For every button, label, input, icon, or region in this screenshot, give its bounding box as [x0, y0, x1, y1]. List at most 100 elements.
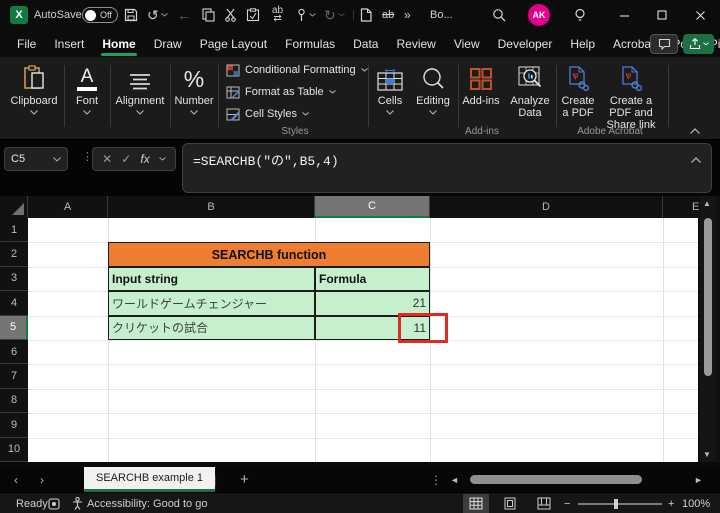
row-header-8[interactable]: 8	[0, 388, 28, 414]
tab-review[interactable]: Review	[387, 30, 444, 57]
touch-mode-button[interactable]	[296, 0, 316, 30]
comments-button[interactable]	[650, 34, 678, 54]
horizontal-scroll-thumb[interactable]	[470, 475, 642, 484]
row-header-6[interactable]: 6	[0, 340, 28, 365]
more-commands-button[interactable]: »	[404, 0, 411, 30]
horizontal-scrollbar[interactable]	[462, 475, 688, 484]
scrollbar-splitter[interactable]: ⋮	[430, 467, 442, 492]
collapse-ribbon-icon[interactable]	[690, 121, 700, 139]
excel-window: X AutoSave Off ↺ ← ab ⇄ ↻ | ab » Bo... AK…	[0, 0, 720, 513]
autosave-toggle[interactable]: Off	[82, 7, 118, 23]
maximize-button[interactable]	[652, 0, 672, 30]
paste-button[interactable]	[246, 0, 260, 30]
table-header-input[interactable]: Input string	[108, 266, 315, 292]
macro-record-icon[interactable]	[48, 493, 60, 513]
strikethrough-button[interactable]: ab	[382, 0, 394, 30]
next-sheet-icon[interactable]: ›	[40, 467, 44, 492]
copy-button[interactable]	[202, 0, 215, 30]
enter-icon[interactable]: ✓	[121, 152, 131, 166]
alignment-group-button[interactable]: Alignment	[112, 61, 168, 115]
number-group-button[interactable]: % Number	[172, 61, 216, 115]
zoom-out-button[interactable]: −	[564, 493, 570, 513]
scroll-down-icon[interactable]: ▼	[703, 450, 711, 459]
accessibility-status[interactable]: Accessibility: Good to go	[72, 493, 207, 513]
cell-styles-button[interactable]: Cell Styles	[226, 105, 309, 123]
tab-data[interactable]: Data	[344, 30, 387, 57]
create-pdf-button[interactable]: Create a PDF	[558, 61, 598, 119]
redo-button[interactable]: ↻	[324, 0, 345, 30]
prev-sheet-icon[interactable]: ‹	[14, 467, 18, 492]
cut-button[interactable]	[224, 0, 237, 30]
collapse-formula-bar-icon[interactable]	[691, 152, 701, 167]
tab-draw[interactable]: Draw	[145, 30, 191, 57]
formula-input[interactable]: =SEARCHB("の",B5,4)	[182, 143, 712, 193]
row-header-1[interactable]: 1	[0, 218, 28, 243]
format-as-table-button[interactable]: Format as Table	[226, 83, 336, 101]
row-header-9[interactable]: 9	[0, 413, 28, 438]
avatar[interactable]: AK	[528, 4, 550, 26]
vertical-scroll-thumb[interactable]	[704, 218, 712, 376]
tab-file[interactable]: File	[8, 30, 45, 57]
table-title-cell[interactable]: SEARCHB function	[108, 242, 430, 267]
share-button[interactable]	[683, 34, 714, 54]
row-header-3[interactable]: 3	[0, 266, 28, 292]
page-break-view-button[interactable]	[531, 494, 557, 513]
row-header-4[interactable]: 4	[0, 291, 28, 316]
minimize-button[interactable]	[614, 0, 634, 30]
name-box[interactable]: C5	[4, 147, 68, 171]
clipboard-group-button[interactable]: Clipboard	[6, 61, 62, 115]
tab-developer[interactable]: Developer	[489, 30, 562, 57]
cancel-icon[interactable]: ✕	[102, 152, 112, 166]
column-header-b[interactable]: B	[108, 196, 315, 218]
analyze-data-button[interactable]: Analyze Data	[506, 61, 554, 119]
scroll-right-icon[interactable]: ►	[694, 467, 703, 492]
tab-insert[interactable]: Insert	[45, 30, 93, 57]
search-icon[interactable]	[492, 0, 506, 30]
cell-c4[interactable]: 21	[315, 291, 430, 316]
scroll-left-icon[interactable]: ◄	[450, 467, 459, 492]
autosave-label: AutoSave	[34, 9, 82, 21]
new-sheet-button[interactable]: +	[240, 467, 249, 492]
create-pdf-share-button[interactable]: Create a PDF and Share link	[600, 61, 662, 131]
table-header-formula[interactable]: Formula	[315, 266, 430, 292]
scroll-up-icon[interactable]: ▲	[703, 199, 711, 208]
tab-view[interactable]: View	[445, 30, 489, 57]
cell-b4[interactable]: ワールドゲームチェンジャー	[108, 291, 315, 316]
insert-function-icon[interactable]: fx	[140, 152, 149, 166]
zoom-in-button[interactable]: +	[668, 493, 674, 513]
select-all-button[interactable]	[0, 196, 28, 218]
editing-group-button[interactable]: Editing	[410, 61, 456, 115]
sheet-tab-active[interactable]: SEARCHB example 1	[84, 467, 215, 492]
cell-b5[interactable]: クリケットの試合	[108, 315, 315, 340]
zoom-slider-thumb[interactable]	[614, 499, 618, 509]
zoom-level[interactable]: 100%	[682, 493, 710, 513]
save-button[interactable]	[124, 0, 138, 30]
back-arrow-icon[interactable]: ←	[177, 0, 191, 30]
row-header-2[interactable]: 2	[0, 242, 28, 267]
add-ins-button[interactable]: Add-ins	[460, 61, 502, 107]
column-header-a[interactable]: A	[28, 196, 108, 218]
cells-group-button[interactable]: Cells	[372, 61, 408, 115]
normal-view-button[interactable]	[463, 494, 489, 513]
row-header-10[interactable]: 10	[0, 437, 28, 462]
column-header-d[interactable]: D	[430, 196, 663, 218]
tab-formulas[interactable]: Formulas	[276, 30, 344, 57]
row-header-7[interactable]: 7	[0, 364, 28, 389]
column-header-c-selected[interactable]: C	[315, 196, 430, 218]
tab-help[interactable]: Help	[561, 30, 604, 57]
clipboard-label: Clipboard	[10, 95, 58, 107]
conditional-formatting-button[interactable]: Conditional Formatting	[226, 61, 368, 79]
tab-home[interactable]: Home	[93, 30, 144, 57]
undo-button[interactable]: ↺	[147, 0, 168, 30]
font-group-button[interactable]: A Font	[66, 61, 108, 115]
vertical-scrollbar[interactable]: ▲ ▼	[700, 196, 716, 462]
close-button[interactable]	[690, 0, 710, 30]
cells-icon	[372, 61, 408, 91]
new-file-button[interactable]	[360, 0, 372, 30]
page-layout-view-button[interactable]	[497, 494, 523, 513]
row-header-5-selected[interactable]: 5	[0, 315, 28, 340]
zoom-slider[interactable]	[578, 499, 662, 509]
lightbulb-icon[interactable]	[574, 0, 586, 30]
tab-page-layout[interactable]: Page Layout	[191, 30, 276, 57]
replace-button[interactable]: ab ⇄	[272, 0, 283, 30]
